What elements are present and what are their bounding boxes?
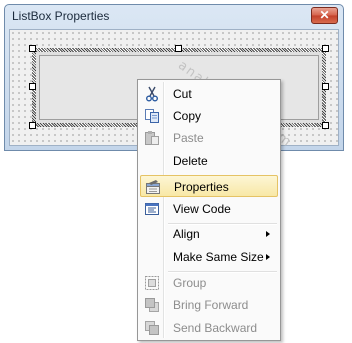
resize-handle-top-right[interactable] <box>322 45 329 52</box>
menu-item-cut[interactable]: Cut <box>140 83 278 105</box>
resize-handle-bottom-right[interactable] <box>322 122 329 129</box>
menu-item-group[interactable]: Group <box>140 272 278 294</box>
properties-icon <box>145 179 161 195</box>
group-icon <box>144 275 160 291</box>
menu-item-paste[interactable]: Paste <box>140 127 278 149</box>
bring-forward-icon <box>144 297 160 313</box>
submenu-arrow-icon <box>266 254 270 260</box>
menu-item-label: View Code <box>173 202 231 216</box>
menu-item-make-same-size[interactable]: Make Same Size <box>140 246 278 268</box>
menu-item-label: Properties <box>174 180 229 194</box>
scissors-icon <box>144 86 160 102</box>
resize-handle-top[interactable] <box>175 45 182 52</box>
menu-item-label: Delete <box>173 154 208 168</box>
send-backward-icon <box>144 320 160 336</box>
menu-item-label: Copy <box>173 109 202 123</box>
menu-item-align[interactable]: Align <box>140 223 278 245</box>
copy-icon <box>144 108 160 124</box>
context-menu: Cut Copy Paste Delete Properties View Co… <box>137 79 281 341</box>
paste-icon <box>144 130 160 146</box>
title-bar[interactable]: ListBox Properties ✕ <box>5 5 343 28</box>
resize-handle-bottom-left[interactable] <box>29 122 36 129</box>
resize-handle-right[interactable] <box>322 83 329 90</box>
menu-item-label: Send Backward <box>173 321 258 335</box>
menu-item-label: Paste <box>173 131 204 145</box>
window-title: ListBox Properties <box>12 9 110 23</box>
menu-item-send-backward[interactable]: Send Backward <box>140 317 278 339</box>
close-button[interactable]: ✕ <box>311 7 338 24</box>
resize-handle-top-left[interactable] <box>29 45 36 52</box>
menu-item-label: Cut <box>173 87 192 101</box>
menu-item-copy[interactable]: Copy <box>140 105 278 127</box>
menu-item-label: Align <box>173 227 200 241</box>
submenu-arrow-icon <box>266 231 270 237</box>
view-code-icon <box>144 201 160 217</box>
menu-item-view-code[interactable]: View Code <box>140 198 278 220</box>
menu-item-bring-forward[interactable]: Bring Forward <box>140 294 278 316</box>
menu-item-delete[interactable]: Delete <box>140 150 278 172</box>
menu-item-label: Bring Forward <box>173 298 249 312</box>
resize-handle-left[interactable] <box>29 83 36 90</box>
menu-item-label: Group <box>173 276 207 290</box>
menu-item-properties[interactable]: Properties <box>140 175 278 197</box>
menu-item-label: Make Same Size <box>173 250 264 264</box>
